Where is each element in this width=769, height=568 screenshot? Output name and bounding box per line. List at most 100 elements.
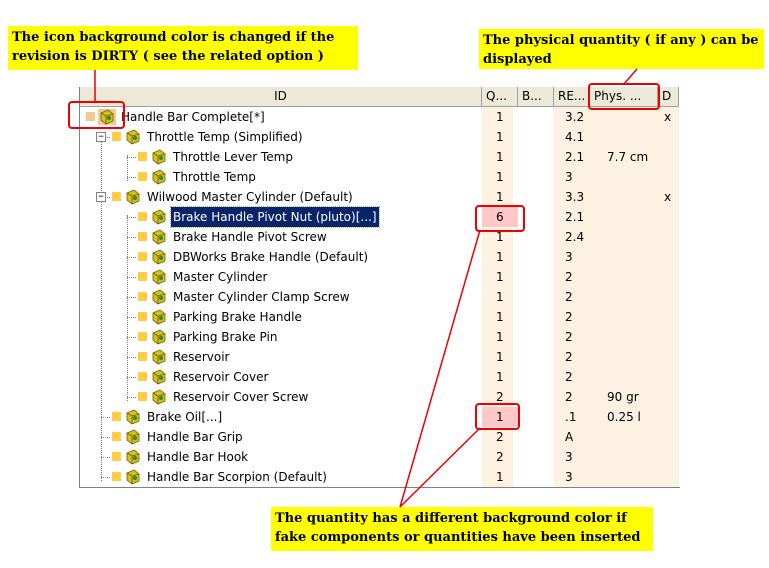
note-quantity-background: The quantity has a different background …	[271, 507, 653, 551]
d-flag-value: x	[664, 190, 672, 204]
table-row[interactable]: Throttle Lever Temp 1 2.1 7.7 cm	[80, 147, 679, 167]
table-row[interactable]: Throttle Temp 1 3	[80, 167, 679, 187]
column-header-b[interactable]: B...	[518, 87, 554, 106]
table-row[interactable]: Reservoir Cover 1 2	[80, 367, 679, 387]
component-name[interactable]: Throttle Temp	[171, 167, 258, 187]
tree-connector	[101, 477, 110, 478]
component-square-icon	[138, 352, 147, 361]
assembly-part-icon	[126, 129, 140, 145]
revision-value: 2	[565, 310, 573, 324]
bom-tree-grid[interactable]: ID Q... B... RE... Phys. ... D Handle Ba…	[79, 87, 680, 488]
component-square-icon	[112, 432, 121, 441]
tree-connector	[127, 397, 136, 398]
table-row[interactable]: Reservoir Cover Screw 2 2 90 gr	[80, 387, 679, 407]
component-square-icon	[138, 332, 147, 341]
component-name[interactable]: Handle Bar Grip	[145, 427, 245, 447]
component-square-icon	[138, 232, 147, 241]
table-row[interactable]: Brake Handle Pivot Nut (pluto)[...] 6 2.1	[80, 206, 679, 228]
component-square-icon	[138, 372, 147, 381]
component-square-icon	[138, 152, 147, 161]
assembly-part-icon	[126, 469, 140, 485]
component-name[interactable]: Brake Oil[...]	[145, 407, 224, 427]
quantity-value: 1	[496, 170, 504, 184]
component-square-icon	[138, 172, 147, 181]
revision-value: 2.1	[565, 150, 585, 164]
collapse-toggle-icon[interactable]: −	[96, 192, 106, 202]
tree-connector	[127, 277, 136, 278]
table-row[interactable]: Brake Oil[...] 1.1 0.25 l	[80, 407, 679, 427]
revision-value: 3	[565, 170, 573, 184]
column-header-rev[interactable]: RE...	[554, 87, 590, 106]
component-square-icon	[138, 212, 147, 221]
quantity-value: 1	[496, 110, 504, 124]
component-name[interactable]: Parking Brake Pin	[171, 327, 279, 347]
component-name[interactable]: Throttle Lever Temp	[171, 147, 295, 167]
table-row[interactable]: Parking Brake Handle 1 2	[80, 307, 679, 327]
assembly-part-icon	[126, 449, 140, 465]
column-header-id[interactable]: ID	[80, 87, 482, 106]
table-row[interactable]: − Wilwood Master Cylinder (Default) 1 3.3 x	[80, 187, 679, 207]
component-name[interactable]: Wilwood Master Cylinder (Default)	[145, 187, 355, 207]
tree-connector	[127, 157, 136, 158]
assembly-part-icon	[152, 369, 166, 385]
component-name[interactable]: Reservoir Cover	[171, 367, 270, 387]
quantity-value: 1	[496, 290, 504, 304]
component-name[interactable]: Brake Handle Pivot Nut (pluto)[...]	[170, 206, 380, 228]
revision-value: 2	[565, 330, 573, 344]
table-row[interactable]: DBWorks Brake Handle (Default) 1 3	[80, 247, 679, 267]
component-name[interactable]: Handle Bar Hook	[145, 447, 250, 467]
component-name[interactable]: Throttle Temp (Simplified)	[145, 127, 305, 147]
component-square-icon	[112, 452, 121, 461]
note-icon-background-line1: The icon background color is changed if …	[12, 30, 335, 45]
assembly-part-icon	[126, 429, 140, 445]
component-name[interactable]: Brake Handle Pivot Screw	[171, 227, 329, 247]
component-name[interactable]: Reservoir	[171, 347, 231, 367]
revision-value: 2	[565, 290, 573, 304]
collapse-toggle-icon[interactable]: −	[96, 132, 106, 142]
assembly-part-icon	[152, 149, 166, 165]
revision-value: 2.4	[565, 230, 585, 244]
table-row[interactable]: − Throttle Temp (Simplified) 1 4.1	[80, 127, 679, 147]
note-icon-background-line2: revision is DIRTY ( see the related opti…	[12, 49, 324, 64]
table-row[interactable]: Handle Bar Grip 2 A	[80, 427, 679, 447]
component-name[interactable]: Master Cylinder	[171, 267, 269, 287]
table-row[interactable]: Parking Brake Pin 1 2	[80, 327, 679, 347]
quantity-value: 1	[496, 130, 504, 144]
table-row[interactable]: Reservoir 1 2	[80, 347, 679, 367]
table-row[interactable]: Handle Bar Scorpion (Default) 1 3	[80, 467, 679, 487]
revision-value: 3	[565, 250, 573, 264]
revision-value: 2	[565, 270, 573, 284]
tree-connector	[127, 257, 136, 258]
table-row[interactable]: Handle Bar Complete[*] 1 3.2 x	[80, 107, 679, 127]
tree-connector	[101, 417, 110, 418]
component-name[interactable]: Reservoir Cover Screw	[171, 387, 310, 407]
assembly-part-icon	[152, 329, 166, 345]
component-square-icon	[138, 252, 147, 261]
table-row[interactable]: Brake Handle Pivot Screw 1 2.4	[80, 227, 679, 247]
component-square-icon	[138, 272, 147, 281]
revision-value: 3.2	[565, 110, 585, 124]
quantity-value: 2	[496, 430, 504, 444]
component-name[interactable]: Handle Bar Scorpion (Default)	[145, 467, 329, 487]
revision-value: A	[565, 430, 574, 444]
component-name[interactable]: DBWorks Brake Handle (Default)	[171, 247, 370, 267]
component-name[interactable]: Parking Brake Handle	[171, 307, 304, 327]
tree-connector	[127, 177, 136, 178]
column-header-qty[interactable]: Q...	[482, 87, 518, 106]
table-row[interactable]: Handle Bar Hook 2 3	[80, 447, 679, 467]
revision-value: .1	[565, 410, 577, 424]
revision-value: 2.1	[565, 210, 585, 224]
column-header-d[interactable]: D	[658, 87, 679, 106]
tree-connector	[127, 217, 136, 218]
tree-connector	[127, 317, 136, 318]
component-square-icon	[138, 392, 147, 401]
component-name[interactable]: Master Cylinder Clamp Screw	[171, 287, 352, 307]
component-square-icon	[138, 312, 147, 321]
table-row[interactable]: Master Cylinder 1 2	[80, 267, 679, 287]
note-physical-quantity-line2: displayed	[483, 52, 552, 67]
table-row[interactable]: Master Cylinder Clamp Screw 1 2	[80, 287, 679, 307]
dirty-icon-highlight	[68, 101, 125, 129]
component-square-icon	[112, 472, 121, 481]
component-name[interactable]: Handle Bar Complete[*]	[119, 107, 267, 127]
note-icon-background: The icon background color is changed if …	[8, 26, 358, 70]
